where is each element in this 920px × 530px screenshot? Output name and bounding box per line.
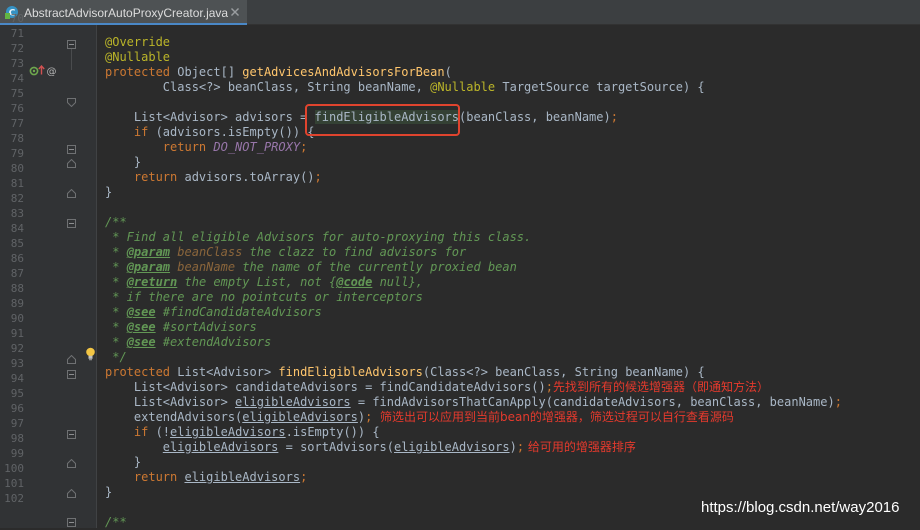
code-line-79: } <box>105 155 142 169</box>
code-line-85: * @param beanClass the clazz to find adv… <box>105 245 467 259</box>
code-line-95: List<Advisor> eligibleAdvisors = findAdv… <box>105 395 842 409</box>
annotation-note: 筛选出可以应用到当前bean的增强器，筛选过程可以自行查看源码 <box>372 410 734 424</box>
code-line-91: * @see #extendAdvisors <box>105 335 272 349</box>
code-line-97: if (!eligibleAdvisors.isEmpty()) { <box>105 425 380 439</box>
code-line-93: protected List<Advisor> findEligibleAdvi… <box>105 365 705 379</box>
highlight-box <box>305 104 460 136</box>
code-line-71: @Override <box>105 35 171 49</box>
line-number: 70 <box>10 12 24 25</box>
close-icon[interactable] <box>229 6 241 18</box>
code-line-101: } <box>105 485 113 499</box>
annotation-note: 给可用的增强器排序 <box>524 440 636 454</box>
code-line-78: return DO_NOT_PROXY; <box>105 140 308 154</box>
tab-title: AbstractAdvisorAutoProxyCreator.java <box>24 6 229 20</box>
code-line-80: return advisors.toArray(); <box>105 170 322 184</box>
code-line-99: } <box>105 455 142 469</box>
code-line-72: @Nullable <box>105 50 171 64</box>
editor-tab-bar: C AbstractAdvisorAutoProxyCreator.java <box>0 0 920 25</box>
code-line-87: * @return the empty List, not {@code nul… <box>105 275 423 289</box>
code-line-90: * @see #sortAdvisors <box>105 320 257 334</box>
code-line-73: protected Object[] getAdvicesAndAdvisors… <box>105 65 452 79</box>
code-line-74: Class<?> beanClass, String beanName, @Nu… <box>105 80 705 94</box>
code-editor[interactable]: @Override @Nullable protected Object[] g… <box>0 25 920 529</box>
code-line-89: * @see #findCandidateAdvisors <box>105 305 322 319</box>
code-line-88: * if there are no pointcuts or intercept… <box>105 290 423 304</box>
editor-tab-abstract-advisor[interactable]: C AbstractAdvisorAutoProxyCreator.java <box>0 0 247 25</box>
code-line-100: return eligibleAdvisors; <box>105 470 308 484</box>
code-line-77: if (advisors.isEmpty()) { <box>105 125 315 139</box>
code-line-96: extendAdvisors(eligibleAdvisors); 筛选出可以应… <box>105 410 734 424</box>
watermark: https://blog.csdn.net/way2016 <box>701 499 900 516</box>
code-line-86: * @param beanName the name of the curren… <box>105 260 517 274</box>
code-line-84: * Find all eligible Advisors for auto-pr… <box>105 230 532 244</box>
code-line-92: */ <box>105 350 127 364</box>
code-line-94: List<Advisor> candidateAdvisors = findCa… <box>105 380 769 394</box>
annotation-note: 先找到所有的候选增强器（即通知方法） <box>552 380 769 394</box>
code-line-83: /** <box>105 215 127 229</box>
code-line-98: eligibleAdvisors = sortAdvisors(eligible… <box>162 440 636 454</box>
code-line-81: } <box>105 185 113 199</box>
